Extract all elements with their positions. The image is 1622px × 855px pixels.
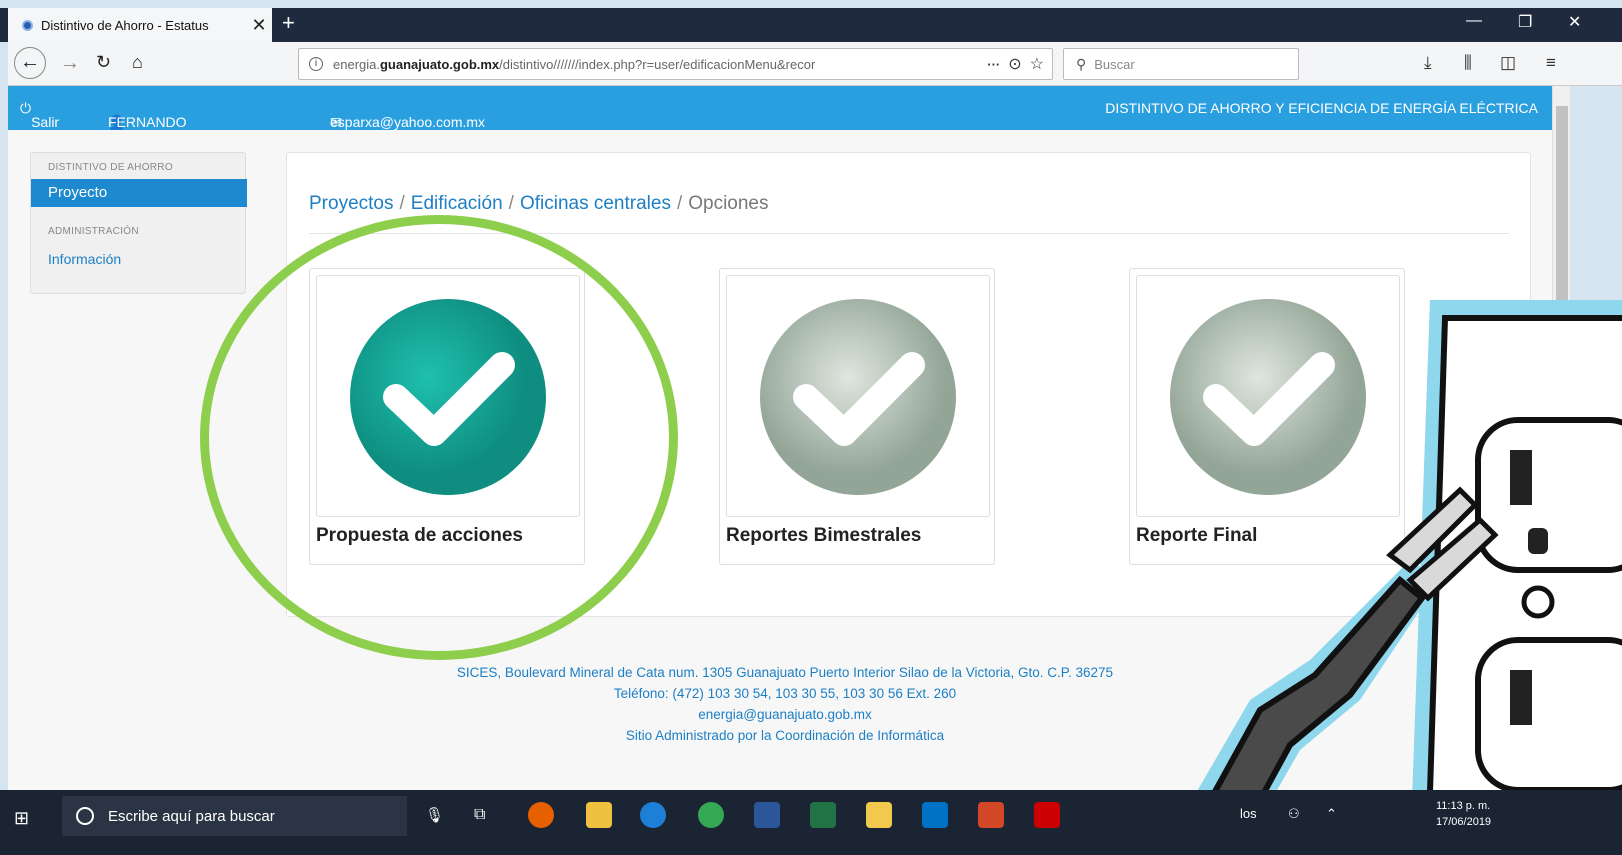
footer-email[interactable]: energia@guanajuato.gob.mx [388, 704, 1182, 725]
pocket-icon[interactable]: ⊙ [1008, 54, 1021, 74]
download-icon[interactable]: ⤓ [1424, 53, 1432, 73]
sidebar-item-informacion[interactable]: Información [48, 251, 121, 267]
address-bar[interactable]: i energia.guanajuato.gob.mx/distintivo//… [298, 48, 1053, 80]
browser-toolbar: ← → ↻ ⌂ i energia.guanajuato.gob.mx/dist… [8, 42, 1622, 86]
restore-icon[interactable]: ❐ [1518, 12, 1532, 32]
outlook-icon[interactable] [922, 802, 948, 828]
excel-icon[interactable] [810, 802, 836, 828]
search-placeholder: Buscar [1094, 56, 1135, 72]
store-icon[interactable] [586, 802, 612, 828]
breadcrumb-separator: / [399, 193, 405, 214]
search-input[interactable]: ⚲ Buscar [1063, 48, 1299, 80]
browser-tab[interactable]: Distintivo de Ahorro - Estatus ✕ [8, 8, 272, 42]
checkmark-inactive-icon [758, 297, 958, 497]
forward-button[interactable]: → [60, 52, 80, 75]
option-card-reportes-bimestrales[interactable]: Reportes Bimestrales [719, 268, 995, 565]
screen: Distintivo de Ahorro - Estatus ✕ + — ❐ ✕… [0, 0, 1622, 855]
library-icon[interactable]: ⫼ [1464, 53, 1472, 73]
breadcrumb-separator: / [508, 193, 514, 214]
windows-start-icon[interactable]: ⊞ [14, 808, 29, 829]
file-explorer-icon[interactable] [866, 802, 892, 828]
sidebar-section-header: ADMINISTRACIÓN [48, 226, 139, 237]
site-favicon-icon [22, 19, 33, 31]
highlight-circle [200, 215, 678, 660]
reload-button[interactable]: ↻ [96, 52, 111, 73]
tray-expand-icon[interactable]: ⌃ [1326, 806, 1337, 822]
option-label: Reportes Bimestrales [726, 525, 922, 546]
taskbar-search-input[interactable]: Escribe aquí para buscar [62, 796, 407, 836]
taskbar-search-placeholder: Escribe aquí para buscar [108, 807, 275, 825]
windows-taskbar: ⊞ Escribe aquí para buscar 🎙 ⧉ los ⚇ ⌃ 1… [0, 790, 1622, 855]
home-button[interactable]: ⌂ [132, 52, 143, 73]
breadcrumb-current: Opciones [688, 193, 769, 214]
task-view-icon[interactable]: ⧉ [474, 806, 485, 824]
sidebar: DISTINTIVO DE AHORRO Proyecto ADMINISTRA… [30, 152, 247, 294]
breadcrumb-link[interactable]: Oficinas centrales [520, 193, 671, 214]
sidebar-section-header: DISTINTIVO DE AHORRO [48, 162, 173, 173]
breadcrumb: Proyectos / Edificación / Oficinas centrales… [309, 193, 769, 215]
sidebar-item-proyecto[interactable]: Proyecto [31, 179, 247, 207]
search-icon: ⚲ [1076, 55, 1087, 72]
acrobat-icon[interactable] [1034, 802, 1060, 828]
close-tab-icon[interactable]: ✕ [246, 15, 272, 36]
footer-admin: Sitio Administrado por la Coordinación d… [625, 728, 945, 743]
site-header: ⏻ Salir 👤 FERNANDO ESPARZA ✉ esparxa@yah… [8, 86, 1552, 146]
footer-phone: Teléfono: (472) 103 30 54, 103 30 55, 10… [613, 686, 957, 701]
clock-date: 17/06/2019 [1436, 816, 1492, 828]
back-button[interactable]: ← [14, 47, 46, 79]
microphone-icon[interactable]: 🎙 [425, 806, 444, 824]
info-icon[interactable]: i [309, 57, 323, 71]
breadcrumb-link[interactable]: Proyectos [309, 193, 393, 214]
breadcrumb-separator: / [676, 193, 683, 214]
page-actions-icon[interactable]: ··· [987, 57, 1000, 72]
browser-tab-bar: Distintivo de Ahorro - Estatus ✕ + — ❐ ✕ [0, 8, 1622, 42]
bookmark-star-icon[interactable]: ☆ [1030, 54, 1044, 74]
sidebar-icon[interactable]: ◫ [1500, 53, 1516, 73]
logout-link[interactable]: ⏻ Salir [20, 100, 59, 130]
chrome-icon[interactable] [698, 802, 724, 828]
url-text: energia.guanajuato.gob.mx/distintivo////… [333, 56, 816, 72]
firefox-icon[interactable] [528, 802, 554, 828]
taskbar-clock[interactable]: 11:13 p. m. 17/06/2019 [1436, 798, 1491, 830]
minimize-icon[interactable]: — [1466, 12, 1482, 30]
footer-address: SICES, Boulevard Mineral de Cata num. 13… [456, 665, 1114, 680]
cortana-icon [76, 807, 94, 825]
menu-icon[interactable]: ≡ [1546, 53, 1556, 73]
option-image-box [726, 275, 990, 517]
word-icon[interactable] [754, 802, 780, 828]
people-icon[interactable]: ⚇ [1288, 806, 1300, 822]
plug-outlet-illustration [1160, 300, 1622, 855]
close-window-icon[interactable]: ✕ [1568, 12, 1581, 32]
tab-title: Distintivo de Ahorro - Estatus [41, 17, 209, 33]
breadcrumb-link[interactable]: Edificación [411, 193, 503, 214]
powerpoint-icon[interactable] [978, 802, 1004, 828]
edge-icon[interactable] [640, 802, 666, 828]
clock-time: 11:13 p. m. [1436, 800, 1491, 812]
new-tab-button[interactable]: + [282, 10, 295, 36]
program-title: DISTINTIVO DE AHORRO Y EFICIENCIA DE ENE… [1105, 100, 1538, 116]
tray-text: los [1240, 806, 1257, 821]
